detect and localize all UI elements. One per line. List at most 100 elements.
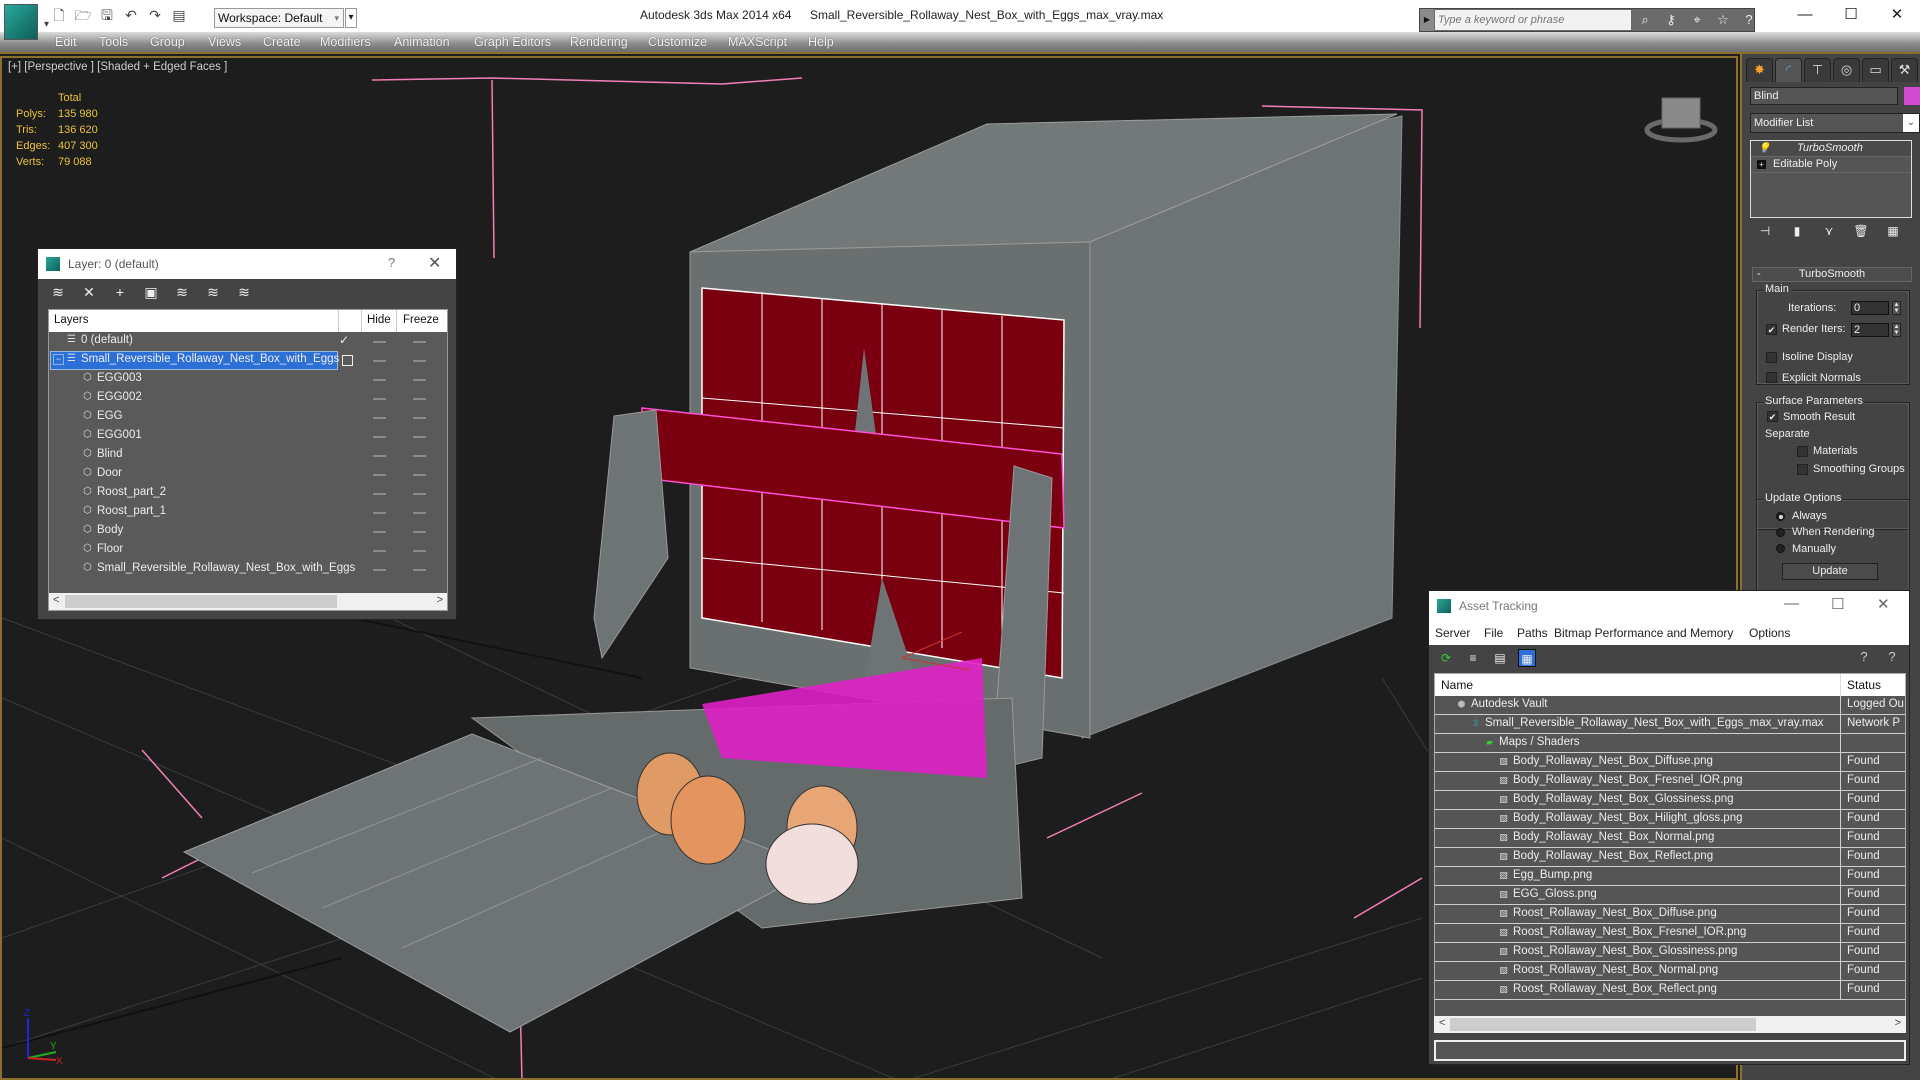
tree-view-icon[interactable]: ▤	[1491, 649, 1509, 667]
freeze-toggle[interactable]	[413, 531, 426, 533]
configure-modifier-sets-icon[interactable]: ▦	[1884, 222, 1902, 240]
manually-radio[interactable]	[1776, 544, 1785, 553]
menu-tools[interactable]: Tools	[99, 35, 128, 49]
list-view-icon[interactable]: ≡	[1464, 649, 1482, 667]
menu-maxscript[interactable]: MAXScript	[728, 35, 787, 49]
asset-row[interactable]: ▧ Body_Rollaway_Nest_Box_Hilight_gloss.pn…	[1435, 810, 1905, 829]
hide-toggle[interactable]	[373, 341, 386, 343]
save-icon[interactable]: 🖫	[98, 6, 116, 24]
freeze-toggle[interactable]	[413, 398, 426, 400]
minimize-button[interactable]: —	[1782, 0, 1828, 30]
scroll-left-icon[interactable]: <	[53, 594, 59, 606]
iterations-input[interactable]: 0	[1851, 301, 1889, 315]
help-icon[interactable]: ?	[1883, 649, 1901, 667]
modify-icon[interactable]: ◜	[1775, 58, 1802, 82]
menu-views[interactable]: Views	[208, 35, 241, 49]
customize-toolbar-button[interactable]: ▾	[345, 8, 357, 28]
menu-rendering[interactable]: Rendering	[570, 35, 628, 49]
always-radio[interactable]	[1776, 512, 1785, 521]
modifier-list-dropdown[interactable]: Modifier List ⌄	[1750, 113, 1920, 133]
table-view-icon[interactable]: ▦	[1518, 649, 1536, 667]
close-button[interactable]: ✕	[1877, 595, 1890, 613]
asset-row[interactable]: 3 Small_Reversible_Rollaway_Nest_Box_with…	[1435, 715, 1905, 734]
hide-toggle[interactable]	[373, 493, 386, 495]
new-file-icon[interactable]: 🗋	[50, 6, 68, 24]
make-current-checkbox[interactable]	[342, 355, 353, 366]
help-button[interactable]: ?	[388, 255, 395, 270]
column-hide[interactable]: Hide	[367, 314, 391, 326]
layer-row[interactable]: ⬡ Door	[49, 465, 447, 484]
layer-row[interactable]: − ☰ Small_Reversible_Rollaway_Nest_Box_wit…	[49, 351, 447, 370]
close-button[interactable]: ✕	[428, 253, 441, 273]
highlight-layer-icon[interactable]: ≋	[172, 282, 192, 302]
materials-checkbox[interactable]	[1797, 446, 1808, 457]
hide-toggle[interactable]	[373, 550, 386, 552]
asset-row[interactable]: ▧ Roost_Rollaway_Nest_Box_Diffuse.png Foun…	[1435, 905, 1905, 924]
current-layer-checkmark-icon[interactable]: ✓	[339, 333, 349, 347]
menu-help[interactable]: Help	[808, 35, 834, 49]
layer-row[interactable]: ⬡ Floor	[49, 541, 447, 560]
delete-layer-icon[interactable]: ✕	[79, 282, 99, 302]
pin-stack-icon[interactable]: ⊣	[1756, 222, 1774, 240]
when-rendering-radio[interactable]	[1776, 528, 1785, 537]
hide-toggle[interactable]	[373, 531, 386, 533]
object-name-field[interactable]: Blind	[1750, 87, 1898, 105]
layer-row[interactable]: ⬡ Roost_part_1	[49, 503, 447, 522]
create-icon[interactable]: ✸	[1746, 58, 1773, 82]
make-unique-icon[interactable]: ⋎	[1820, 222, 1838, 240]
scroll-thumb[interactable]	[1450, 1018, 1756, 1031]
asset-row[interactable]: ▧ EGG_Gloss.png Found	[1435, 886, 1905, 905]
key-icon[interactable]: ⚷	[1662, 11, 1680, 29]
freeze-toggle[interactable]	[413, 341, 426, 343]
close-button[interactable]: ✕	[1874, 0, 1920, 30]
dialog-title-bar[interactable]: Layer: 0 (default) ? ✕	[38, 249, 456, 279]
minimize-button[interactable]: —	[1784, 595, 1799, 612]
layer-row[interactable]: ⬡ Body	[49, 522, 447, 541]
utilities-icon[interactable]: ⚒	[1891, 58, 1918, 82]
undo-icon[interactable]: ↶	[122, 6, 140, 24]
layer-row[interactable]: ⬡ Roost_part_2	[49, 484, 447, 503]
freeze-toggle[interactable]	[413, 493, 426, 495]
freeze-toggle[interactable]	[413, 550, 426, 552]
render-iters-checkbox[interactable]: ✔	[1766, 324, 1777, 335]
stack-item-turbosmooth[interactable]: 💡 TurboSmooth	[1751, 141, 1911, 157]
column-status[interactable]: Status	[1847, 678, 1881, 692]
search-input[interactable]	[1435, 10, 1631, 30]
motion-icon[interactable]: ◎	[1833, 58, 1860, 82]
layer-row[interactable]: ⬡ EGG003	[49, 370, 447, 389]
menu-graph-editors[interactable]: Graph Editors	[474, 35, 551, 49]
freeze-toggle[interactable]	[413, 474, 426, 476]
column-name[interactable]: Name	[1441, 678, 1473, 692]
render-iters-input[interactable]: 2	[1851, 323, 1889, 337]
hide-toggle[interactable]	[373, 436, 386, 438]
add-to-layer-icon[interactable]: +	[110, 282, 130, 302]
horizontal-scrollbar[interactable]: < >	[1434, 1016, 1906, 1033]
lightbulb-icon[interactable]: 💡	[1758, 141, 1770, 156]
menu-file[interactable]: File	[1484, 626, 1503, 640]
viewport-label[interactable]: [+] [Perspective ] [Shaded + Edged Faces…	[8, 61, 227, 73]
satellite-icon[interactable]: ⌖	[1688, 11, 1706, 29]
create-layer-icon[interactable]: ≋	[48, 282, 68, 302]
menu-group[interactable]: Group	[150, 35, 185, 49]
maximize-button[interactable]: ☐	[1831, 595, 1844, 613]
isoline-display-checkbox[interactable]	[1766, 352, 1777, 363]
star-icon[interactable]: ☆	[1714, 11, 1732, 29]
update-button[interactable]: Update	[1782, 563, 1878, 580]
hide-toggle[interactable]	[373, 398, 386, 400]
workspace-dropdown[interactable]: Workspace: Default ▾	[214, 8, 344, 28]
scroll-right-icon[interactable]: >	[1895, 1017, 1901, 1029]
menu-edit[interactable]: Edit	[55, 35, 77, 49]
open-folder-icon[interactable]: 🗁	[74, 6, 92, 24]
freeze-toggle[interactable]	[413, 512, 426, 514]
menu-customize[interactable]: Customize	[648, 35, 707, 49]
dialog-title-bar[interactable]: Asset Tracking — ☐ ✕	[1429, 591, 1909, 621]
asset-row[interactable]: ▧ Body_Rollaway_Nest_Box_Reflect.png Found	[1435, 848, 1905, 867]
freeze-toggle[interactable]	[413, 360, 426, 362]
online-help-icon[interactable]: ?	[1855, 649, 1873, 667]
asset-row[interactable]: ▧ Body_Rollaway_Nest_Box_Normal.png Found	[1435, 829, 1905, 848]
layer-row[interactable]: ⬡ EGG001	[49, 427, 447, 446]
collapse-icon[interactable]: −	[53, 354, 64, 365]
render-iters-spinner[interactable]: ▲ ▼	[1892, 323, 1901, 337]
smooth-result-checkbox[interactable]: ✔	[1767, 411, 1778, 422]
menu-options[interactable]: Options	[1749, 626, 1790, 640]
